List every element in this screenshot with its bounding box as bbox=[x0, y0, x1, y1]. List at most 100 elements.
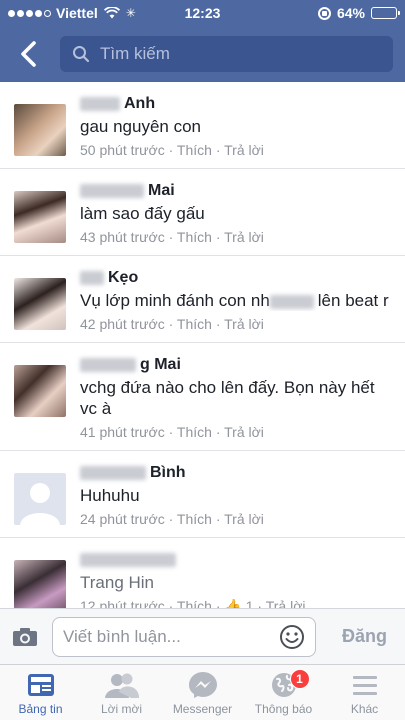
comment-text: Vụ lớp minh đánh con nh lên beat r bbox=[80, 290, 395, 311]
commenter-name[interactable]: Anh bbox=[80, 94, 395, 114]
camera-button[interactable] bbox=[10, 627, 40, 647]
comment-meta: 24 phút trước · Thích · Trả lời bbox=[80, 511, 264, 527]
comment-input[interactable]: Viết bình luận... bbox=[52, 616, 316, 657]
comment-time: 43 phút trước bbox=[80, 229, 165, 245]
emoji-icon[interactable] bbox=[279, 624, 305, 650]
wifi-icon bbox=[103, 7, 120, 19]
battery-icon bbox=[371, 7, 400, 19]
comment-time: 50 phút trước bbox=[80, 142, 165, 158]
comment-meta: 12 phút trước · Thích · 👍 1 · Trả lời bbox=[80, 598, 395, 608]
status-bar: Viettel ✳ 12:23 64% bbox=[0, 0, 405, 26]
comment-meta: 41 phút trước · Thích · Trả lời bbox=[80, 424, 264, 440]
menu-icon bbox=[352, 670, 378, 700]
tab-label: Thông báo bbox=[254, 702, 313, 716]
notification-badge: 1 bbox=[289, 669, 310, 689]
reply-link[interactable]: Trả lời bbox=[224, 424, 264, 440]
redacted-name bbox=[80, 97, 120, 111]
signal-icon bbox=[8, 9, 51, 17]
name-text: Trang Hin bbox=[80, 573, 155, 592]
comment-meta: 43 phút trước · Thích · Trả lời bbox=[80, 229, 264, 245]
reply-link[interactable]: Trả lời bbox=[224, 142, 264, 158]
name-text: Mai bbox=[148, 182, 175, 199]
comment-text-start: Vụ lớp minh đánh con nh bbox=[80, 291, 270, 310]
redacted-name bbox=[80, 184, 144, 198]
tab-more[interactable]: Khác bbox=[324, 665, 405, 720]
comment-time: 42 phút trước bbox=[80, 316, 165, 332]
redacted-text bbox=[269, 294, 314, 309]
like-link[interactable]: Thích bbox=[177, 142, 212, 158]
name-text: g Mai bbox=[140, 356, 181, 373]
tab-label: Khác bbox=[350, 702, 379, 716]
search-input[interactable]: Tìm kiếm bbox=[60, 36, 393, 72]
tab-label: Lời mời bbox=[100, 702, 143, 716]
tab-bar: Bảng tin Lời mời Messenger 1 Thông báo K… bbox=[0, 664, 405, 720]
reply-link[interactable]: Trả lời bbox=[224, 229, 264, 245]
commenter-name[interactable]: g Mai bbox=[80, 355, 395, 375]
comment-item: Mai làm sao đấy gấu 43 phút trước · Thíc… bbox=[0, 169, 405, 256]
comment-item: g Mai vchg đứa nào cho lên đấy. Bọn này … bbox=[0, 343, 405, 451]
tab-label: Bảng tin bbox=[18, 702, 63, 716]
default-avatar-icon[interactable] bbox=[14, 473, 66, 525]
comment-list[interactable]: Anh gau nguyên con 50 phút trước · Thích… bbox=[0, 82, 405, 608]
tab-news-feed[interactable]: Bảng tin bbox=[0, 665, 81, 720]
comment-item: Anh gau nguyên con 50 phút trước · Thích… bbox=[0, 82, 405, 169]
reply-link[interactable]: Trả lời bbox=[224, 316, 264, 332]
commenter-name[interactable]: Kẹo bbox=[80, 268, 395, 288]
camera-icon bbox=[13, 627, 37, 646]
avatar[interactable] bbox=[14, 278, 66, 330]
messenger-icon bbox=[188, 670, 218, 700]
reply-link[interactable]: Trả lời bbox=[224, 511, 264, 527]
comment-text: Trang Hin bbox=[80, 572, 395, 593]
commenter-name[interactable]: Mai bbox=[80, 181, 395, 201]
avatar[interactable] bbox=[14, 560, 66, 608]
like-link[interactable]: Thích bbox=[177, 598, 212, 608]
signal-dot bbox=[26, 9, 33, 17]
like-link[interactable]: Thích bbox=[177, 424, 212, 440]
name-text: Kẹo bbox=[108, 269, 139, 286]
comment-meta: 42 phút trước · Thích · Trả lời bbox=[80, 316, 264, 332]
signal-dot bbox=[17, 9, 24, 17]
comment-item: Bình Huhuhu 24 phút trước · Thích · Trả … bbox=[0, 451, 405, 538]
nav-bar: Tìm kiếm bbox=[0, 26, 405, 82]
comment-composer: Viết bình luận... Đăng bbox=[0, 608, 405, 664]
redacted-name bbox=[80, 358, 136, 372]
redacted-name bbox=[80, 553, 176, 567]
comment-time: 24 phút trước bbox=[80, 511, 165, 527]
avatar[interactable] bbox=[14, 191, 66, 243]
tab-friend-requests[interactable]: Lời mời bbox=[81, 665, 162, 720]
signal-dot bbox=[8, 9, 15, 17]
like-link[interactable]: Thích bbox=[177, 229, 212, 245]
avatar[interactable] bbox=[14, 365, 66, 417]
search-icon bbox=[72, 45, 90, 63]
name-text: Anh bbox=[124, 95, 156, 112]
commenter-name[interactable] bbox=[80, 550, 395, 570]
battery-percent: 64% bbox=[336, 5, 365, 21]
commenter-name[interactable]: Bình bbox=[80, 463, 395, 483]
signal-dot bbox=[35, 9, 42, 17]
tab-messenger[interactable]: Messenger bbox=[162, 665, 243, 720]
top-bar: Viettel ✳ 12:23 64% Tìm kiếm bbox=[0, 0, 405, 82]
comment-time: 41 phút trước bbox=[80, 424, 165, 440]
avatar[interactable] bbox=[14, 104, 66, 156]
friend-requests-icon bbox=[104, 670, 139, 700]
comment-text: làm sao đấy gấu bbox=[80, 204, 205, 223]
back-button[interactable] bbox=[14, 34, 42, 74]
post-button[interactable]: Đăng bbox=[342, 626, 395, 647]
reply-link[interactable]: Trả lời bbox=[266, 598, 306, 608]
rotation-lock-icon bbox=[317, 6, 331, 20]
like-count-value: 1 bbox=[245, 598, 254, 608]
comment-item: Trang Hin 12 phút trước · Thích · 👍 1 · … bbox=[0, 538, 405, 608]
activity-spinner-icon: ✳ bbox=[125, 6, 136, 20]
name-text: Bình bbox=[150, 464, 186, 481]
tab-notifications[interactable]: 1 Thông báo bbox=[243, 665, 324, 720]
signal-dot bbox=[44, 9, 51, 17]
redacted-name bbox=[80, 466, 146, 480]
like-link[interactable]: Thích bbox=[177, 316, 212, 332]
search-placeholder: Tìm kiếm bbox=[100, 44, 170, 63]
comment-text: gau nguyên con bbox=[80, 117, 201, 136]
like-count[interactable]: 👍 1 bbox=[224, 598, 253, 608]
like-link[interactable]: Thích bbox=[177, 511, 212, 527]
tab-label: Messenger bbox=[172, 702, 233, 716]
comment-text: vchg đứa nào cho lên đấy. Bọn này hết vc… bbox=[80, 378, 375, 418]
news-feed-icon bbox=[27, 670, 55, 700]
